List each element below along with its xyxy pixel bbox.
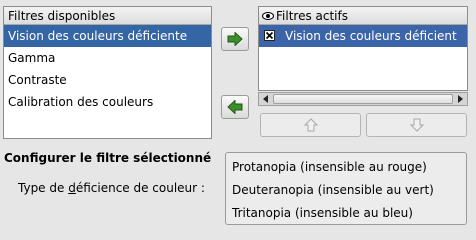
add-filter-button[interactable] — [221, 27, 249, 51]
arrow-right-icon — [227, 32, 243, 46]
active-filter-label: Vision des couleurs déficient — [285, 29, 457, 43]
deficiency-option[interactable]: Tritanopia (insensible au bleu) — [226, 202, 466, 225]
active-filters-hscrollbar[interactable] — [258, 92, 468, 106]
available-filter-item[interactable]: Vision des couleurs déficiente — [4, 25, 211, 47]
available-filter-item[interactable]: Calibration des couleurs — [4, 91, 211, 113]
deficiency-type-label: Type de déficience de couleur : — [18, 181, 205, 195]
deficiency-type-select[interactable]: Protanopia (insensible au rouge) Deutera… — [225, 152, 467, 225]
active-filter-item[interactable]: Vision des couleurs déficient — [259, 25, 467, 47]
available-filters-header[interactable]: Filtres disponibles — [4, 7, 211, 25]
move-down-button[interactable] — [366, 113, 467, 137]
available-filter-item[interactable]: Gamma — [4, 47, 211, 69]
arrow-up-icon — [303, 118, 318, 132]
arrow-down-icon — [409, 118, 424, 132]
active-filters-header-label: Filtres actifs — [276, 9, 348, 23]
available-filters-list[interactable]: Filtres disponibles Vision des couleurs … — [3, 6, 212, 139]
scrollbar-thumb[interactable] — [273, 94, 453, 104]
caret-right-icon — [458, 95, 463, 103]
scroll-left-arrow[interactable] — [260, 94, 272, 104]
filter-enabled-checkbox[interactable] — [264, 30, 275, 41]
deficiency-option[interactable]: Protanopia (insensible au rouge) — [226, 156, 466, 179]
arrow-left-icon — [227, 100, 243, 114]
active-filters-list[interactable]: Filtres actifs Vision des couleurs défic… — [258, 6, 468, 91]
move-up-button[interactable] — [260, 113, 361, 137]
caret-left-icon — [263, 95, 268, 103]
available-filter-item[interactable]: Contraste — [4, 69, 211, 91]
configure-section-title: Configurer le filtre sélectionné — [4, 151, 212, 165]
deficiency-option[interactable]: Deuteranopia (insensible au vert) — [226, 179, 466, 202]
scroll-right-arrow[interactable] — [454, 94, 466, 104]
remove-filter-button[interactable] — [221, 95, 249, 119]
active-filters-header[interactable]: Filtres actifs — [259, 7, 467, 25]
